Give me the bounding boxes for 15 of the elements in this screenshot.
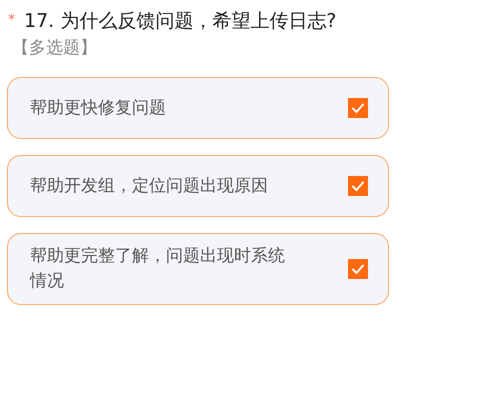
checkbox[interactable] (348, 259, 368, 279)
required-mark: * (8, 11, 16, 30)
option-label: 帮助更完整了解，问题出现时系统情况 (30, 245, 286, 293)
checkbox[interactable] (348, 98, 368, 118)
checkbox[interactable] (348, 176, 368, 196)
check-icon (351, 101, 365, 115)
question-type-label: 【多选题】 (11, 37, 98, 60)
option-label: 帮助更快修复问题 (30, 96, 166, 120)
question-title: 17. 为什么反馈问题，希望上传日志? (24, 9, 336, 34)
check-icon (351, 262, 365, 276)
option-card[interactable]: 帮助开发组，定位问题出现原因 (7, 155, 389, 217)
option-card[interactable]: 帮助更完整了解，问题出现时系统情况 (7, 233, 389, 305)
option-label: 帮助开发组，定位问题出现原因 (30, 174, 268, 198)
option-card[interactable]: 帮助更快修复问题 (7, 77, 389, 139)
check-icon (351, 179, 365, 193)
